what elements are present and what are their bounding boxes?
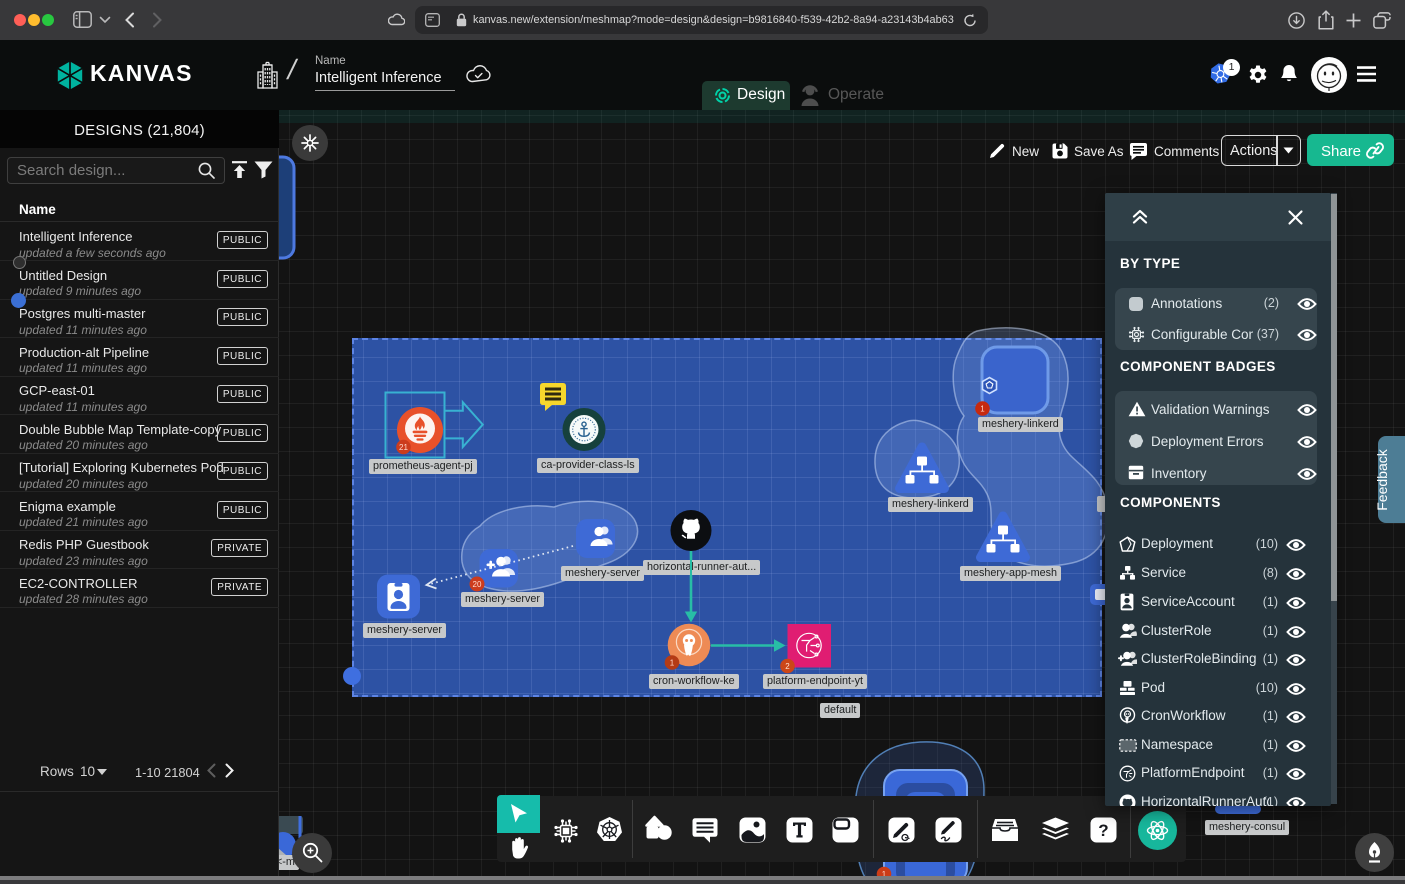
svg-text:2: 2 [785,662,790,671]
svg-text:1: 1 [670,659,675,668]
svg-text:?: ? [1098,821,1108,840]
svg-text:21: 21 [399,443,408,452]
svg-text:20: 20 [473,580,482,589]
svg-text:1: 1 [980,405,985,414]
